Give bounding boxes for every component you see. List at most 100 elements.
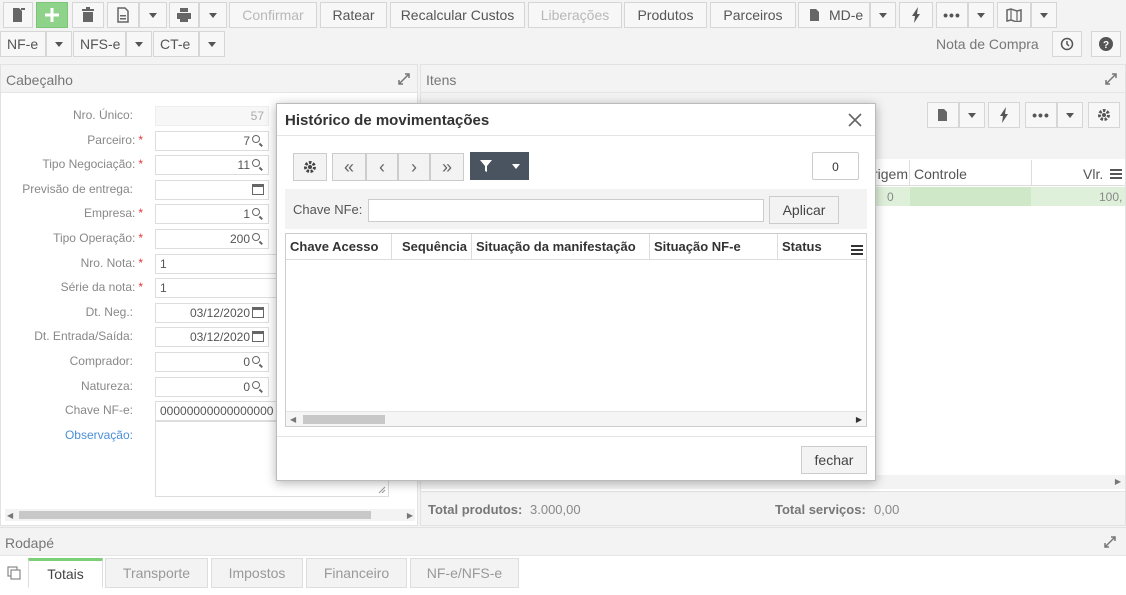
nfse-button[interactable]: NFS-e bbox=[73, 31, 126, 57]
tab-totais[interactable]: Totais bbox=[28, 558, 103, 588]
tab-financeiro[interactable]: Financeiro bbox=[306, 558, 407, 588]
search-icon[interactable] bbox=[252, 356, 264, 368]
col-situacao-nfe[interactable]: Situação NF-e bbox=[650, 234, 778, 260]
print-button[interactable] bbox=[169, 2, 199, 28]
search-icon[interactable] bbox=[252, 134, 264, 147]
mde-dropdown-button[interactable] bbox=[870, 2, 896, 28]
produtos-button[interactable]: Produtos bbox=[624, 2, 707, 28]
new-document-button[interactable] bbox=[3, 2, 33, 28]
search-icon[interactable] bbox=[252, 208, 264, 220]
items-settings-button[interactable] bbox=[1088, 102, 1120, 128]
field-input[interactable]: 03/12/2020 bbox=[155, 327, 269, 348]
more-options-button[interactable]: ••• bbox=[936, 2, 968, 28]
confirm-button[interactable]: Confirmar bbox=[229, 2, 317, 28]
col-status[interactable]: Status bbox=[778, 234, 850, 260]
col-situacao-manifestacao[interactable]: Situação da manifestação bbox=[472, 234, 650, 260]
close-icon[interactable] bbox=[848, 113, 862, 127]
chevron-down-icon bbox=[208, 41, 216, 47]
scroll-left-arrow-icon[interactable]: ◀ bbox=[7, 511, 13, 520]
cte-dropdown-button[interactable] bbox=[199, 31, 225, 57]
scroll-right-arrow-icon[interactable]: ▶ bbox=[856, 415, 862, 424]
scrollbar-thumb[interactable] bbox=[303, 415, 385, 424]
items-more-dropdown-button[interactable] bbox=[1057, 102, 1083, 128]
search-glyph bbox=[252, 356, 260, 364]
chave-nfe-input[interactable] bbox=[368, 199, 764, 222]
nfse-label: NFS-e bbox=[80, 36, 121, 52]
header-scrollbar[interactable]: ◀ ▶ bbox=[5, 509, 415, 521]
col-chave-acesso[interactable]: Chave Acesso bbox=[286, 234, 392, 260]
nfe-button[interactable]: NF-e bbox=[0, 31, 46, 57]
more-options-dropdown-button[interactable] bbox=[968, 2, 994, 28]
field-label-text: Comprador: bbox=[69, 354, 133, 368]
parceiros-button[interactable]: Parceiros bbox=[710, 2, 796, 28]
field-input[interactable]: 1 bbox=[155, 204, 269, 225]
field-label-text: Tipo Operação: bbox=[53, 231, 136, 245]
nfse-dropdown-button[interactable] bbox=[126, 31, 152, 57]
field-input[interactable]: 11 bbox=[155, 155, 269, 176]
scrollbar-thumb[interactable] bbox=[19, 511, 371, 519]
scroll-left-arrow-icon[interactable]: ◀ bbox=[290, 415, 296, 424]
required-marker: * bbox=[138, 157, 143, 172]
col-controle-header[interactable]: Controle bbox=[914, 166, 967, 182]
column-menu-icon[interactable] bbox=[851, 245, 863, 255]
filter-dropdown-button[interactable] bbox=[502, 152, 529, 180]
last-page-button[interactable]: » bbox=[430, 153, 464, 181]
actions-button[interactable] bbox=[899, 2, 933, 28]
liberacoes-button[interactable]: Liberações bbox=[528, 2, 622, 28]
expand-icon[interactable] bbox=[1105, 73, 1117, 85]
search-icon[interactable] bbox=[252, 159, 264, 171]
refresh-button[interactable] bbox=[1052, 31, 1082, 57]
calendar-icon[interactable] bbox=[252, 331, 264, 343]
items-export-button[interactable] bbox=[927, 102, 959, 128]
tab-impostos[interactable]: Impostos bbox=[211, 558, 303, 588]
field-input[interactable]: 200 bbox=[155, 229, 269, 249]
field-input[interactable]: 7 bbox=[155, 130, 269, 151]
calendar-icon[interactable] bbox=[252, 183, 264, 196]
field-input[interactable]: 0 bbox=[155, 376, 269, 397]
add-button[interactable] bbox=[36, 2, 68, 28]
col-sequencia[interactable]: Sequência bbox=[392, 234, 472, 260]
mde-button[interactable]: MD-e bbox=[798, 2, 870, 28]
cte-button[interactable]: CT-e bbox=[153, 31, 199, 57]
calendar-icon[interactable] bbox=[252, 306, 264, 319]
recalculate-costs-button[interactable]: Recalcular Custos bbox=[390, 2, 525, 28]
field-input[interactable] bbox=[155, 179, 269, 200]
grid-scrollbar[interactable]: ◀ ▶ bbox=[286, 411, 866, 426]
nfe-dropdown-button[interactable] bbox=[46, 31, 72, 57]
fechar-button[interactable]: fechar bbox=[801, 446, 867, 474]
help-button[interactable]: ? bbox=[1091, 31, 1121, 57]
modal-settings-button[interactable] bbox=[293, 153, 327, 181]
field-input[interactable]: 0 bbox=[155, 352, 269, 372]
col-vlr-header[interactable]: Vlr. bbox=[1083, 166, 1103, 182]
col-origem-header[interactable]: rigem bbox=[873, 166, 908, 182]
column-menu-icon[interactable] bbox=[1110, 169, 1122, 179]
items-export-dropdown-button[interactable] bbox=[959, 102, 985, 128]
scroll-right-arrow-icon[interactable]: ▶ bbox=[407, 511, 413, 520]
report-dropdown-button[interactable] bbox=[139, 2, 167, 28]
items-more-button[interactable]: ••• bbox=[1025, 102, 1057, 128]
print-dropdown-button[interactable] bbox=[199, 2, 227, 28]
new-document-icon bbox=[13, 8, 25, 22]
field-label[interactable]: Observação: bbox=[1, 428, 143, 442]
apply-button[interactable]: Aplicar bbox=[769, 196, 839, 224]
copy-icon[interactable] bbox=[7, 566, 21, 580]
expand-icon[interactable] bbox=[1104, 536, 1116, 548]
ratear-button[interactable]: Ratear bbox=[320, 2, 387, 28]
tab-nfe-nfse[interactable]: NF-e/NFS-e bbox=[410, 558, 519, 588]
first-page-button[interactable]: « bbox=[332, 153, 366, 181]
map-dropdown-button[interactable] bbox=[1031, 2, 1057, 28]
tab-transporte[interactable]: Transporte bbox=[105, 558, 208, 588]
calendar-glyph bbox=[252, 306, 264, 318]
filter-button[interactable] bbox=[470, 152, 502, 180]
search-icon[interactable] bbox=[252, 233, 264, 245]
field-input[interactable]: 03/12/2020 bbox=[155, 302, 269, 323]
report-button[interactable] bbox=[107, 2, 139, 28]
delete-button[interactable] bbox=[72, 2, 104, 28]
next-page-button[interactable]: › bbox=[398, 153, 430, 181]
prev-page-button[interactable]: ‹ bbox=[366, 153, 398, 181]
search-icon[interactable] bbox=[252, 380, 264, 393]
scroll-right-arrow-icon[interactable]: ▶ bbox=[1115, 477, 1121, 486]
items-actions-button[interactable] bbox=[988, 102, 1020, 128]
field-label-text: Parceiro: bbox=[87, 132, 136, 147]
map-button[interactable] bbox=[997, 2, 1031, 28]
